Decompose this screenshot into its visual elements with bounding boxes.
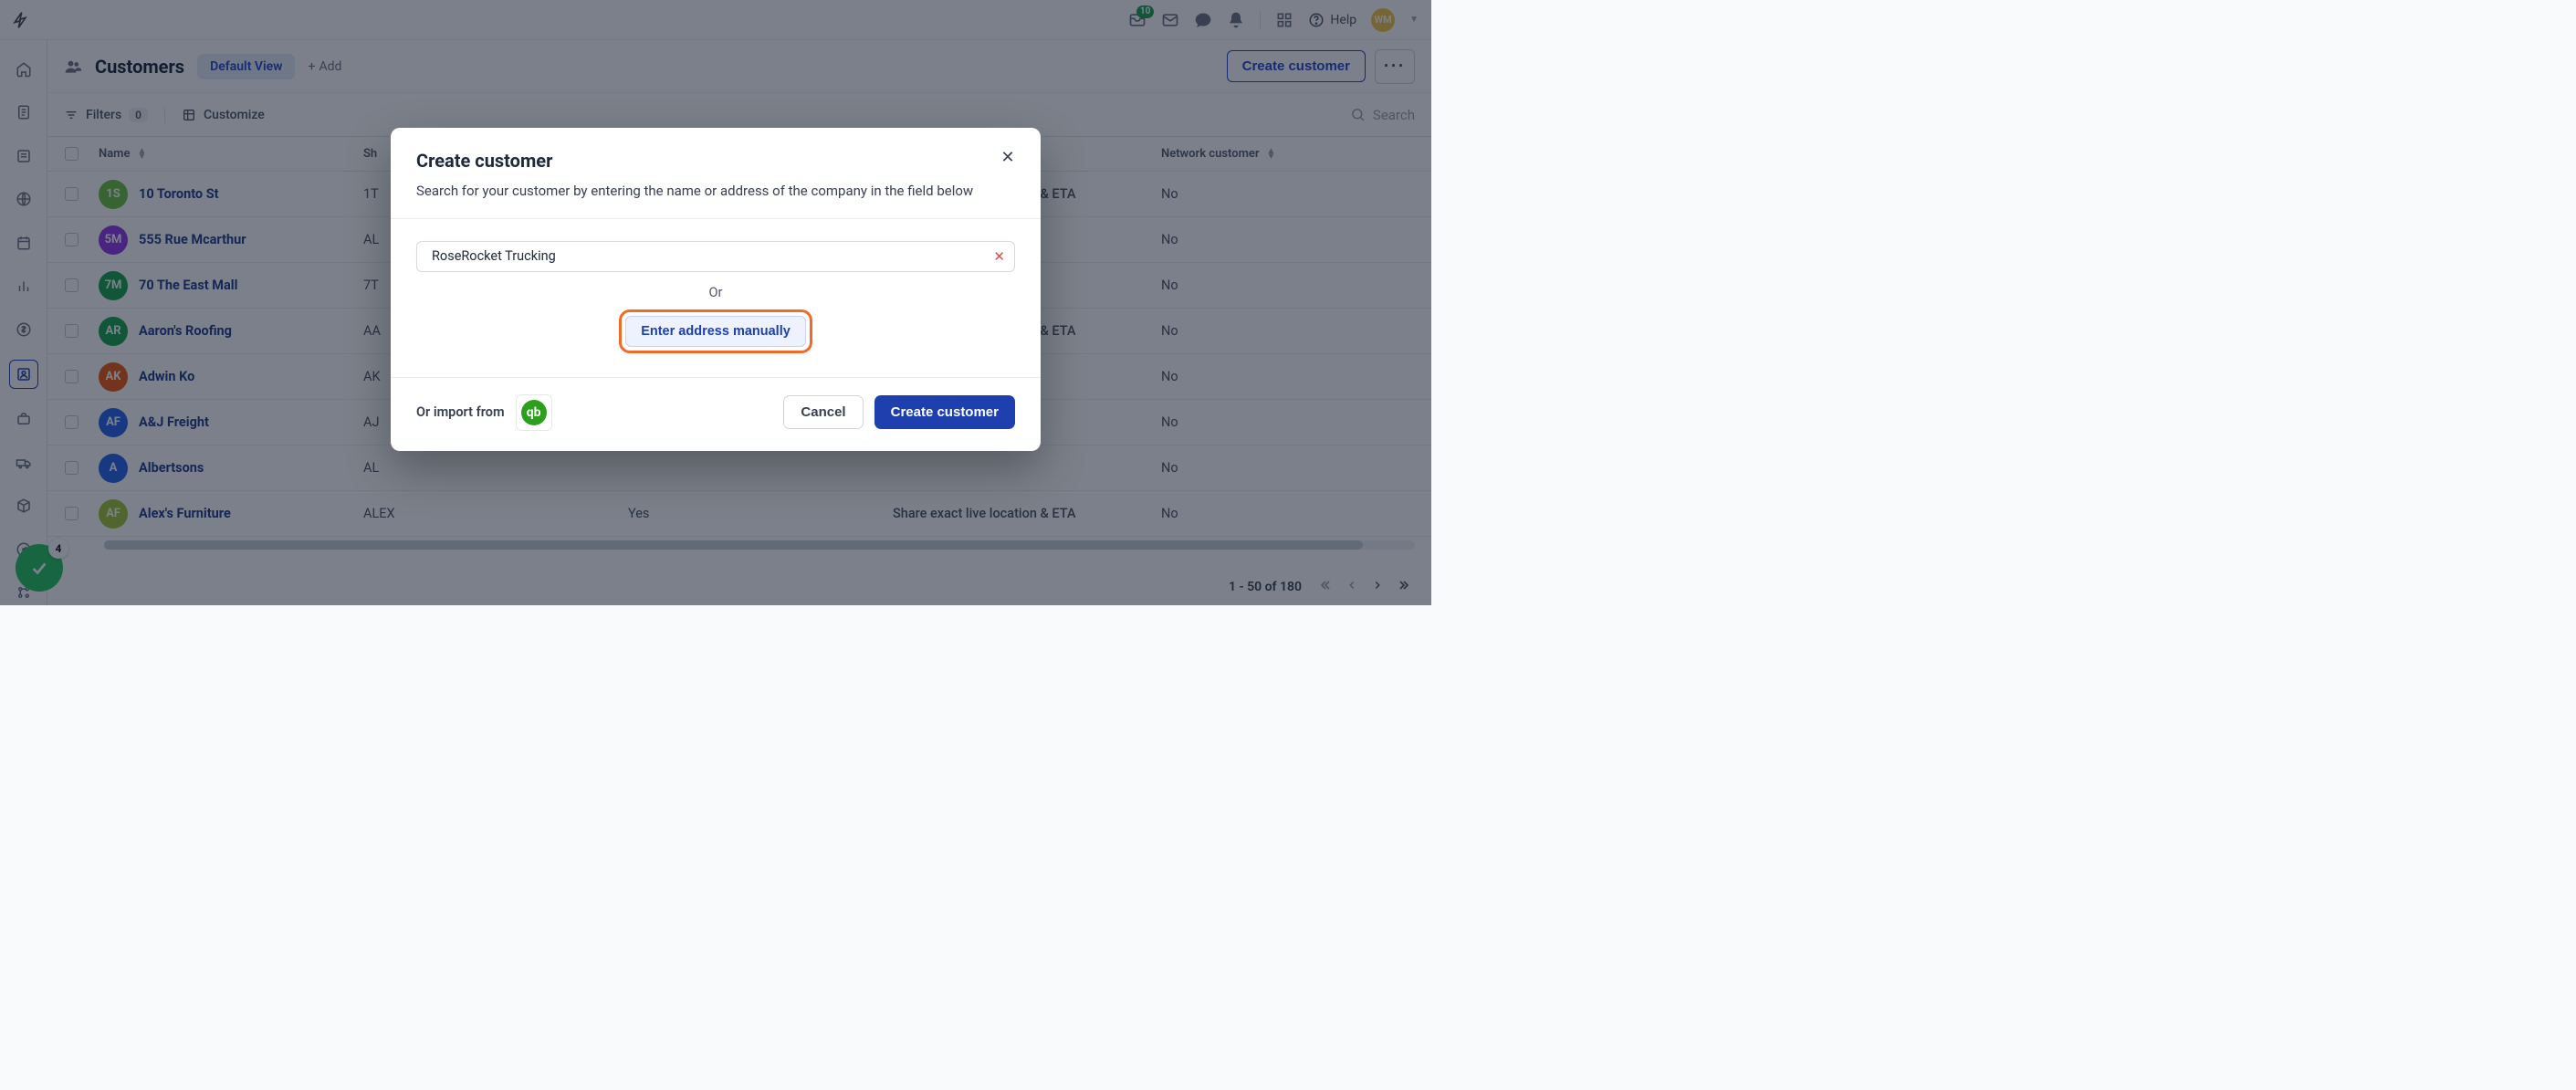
create-customer-modal: Create customer Search for your customer…	[391, 128, 1041, 451]
create-customer-submit-button[interactable]: Create customer	[874, 395, 1015, 429]
quickbooks-import-button[interactable]: qb	[516, 394, 552, 431]
modal-overlay[interactable]: Create customer Search for your customer…	[0, 0, 1431, 605]
search-value: RoseRocket Trucking	[432, 248, 993, 264]
customer-search-input[interactable]: RoseRocket Trucking ✕	[416, 241, 1015, 272]
import-from: Or import from qb	[416, 394, 552, 431]
cancel-button[interactable]: Cancel	[783, 395, 863, 429]
close-icon[interactable]: ✕	[995, 144, 1021, 170]
enter-address-manually-button[interactable]: Enter address manually	[625, 316, 806, 347]
modal-subtitle: Search for your customer by entering the…	[416, 181, 982, 202]
clear-icon[interactable]: ✕	[993, 248, 1005, 265]
or-label: Or	[709, 285, 723, 300]
modal-title: Create customer	[416, 150, 1015, 172]
quickbooks-icon: qb	[521, 400, 547, 425]
highlight-ring: Enter address manually	[619, 309, 812, 353]
